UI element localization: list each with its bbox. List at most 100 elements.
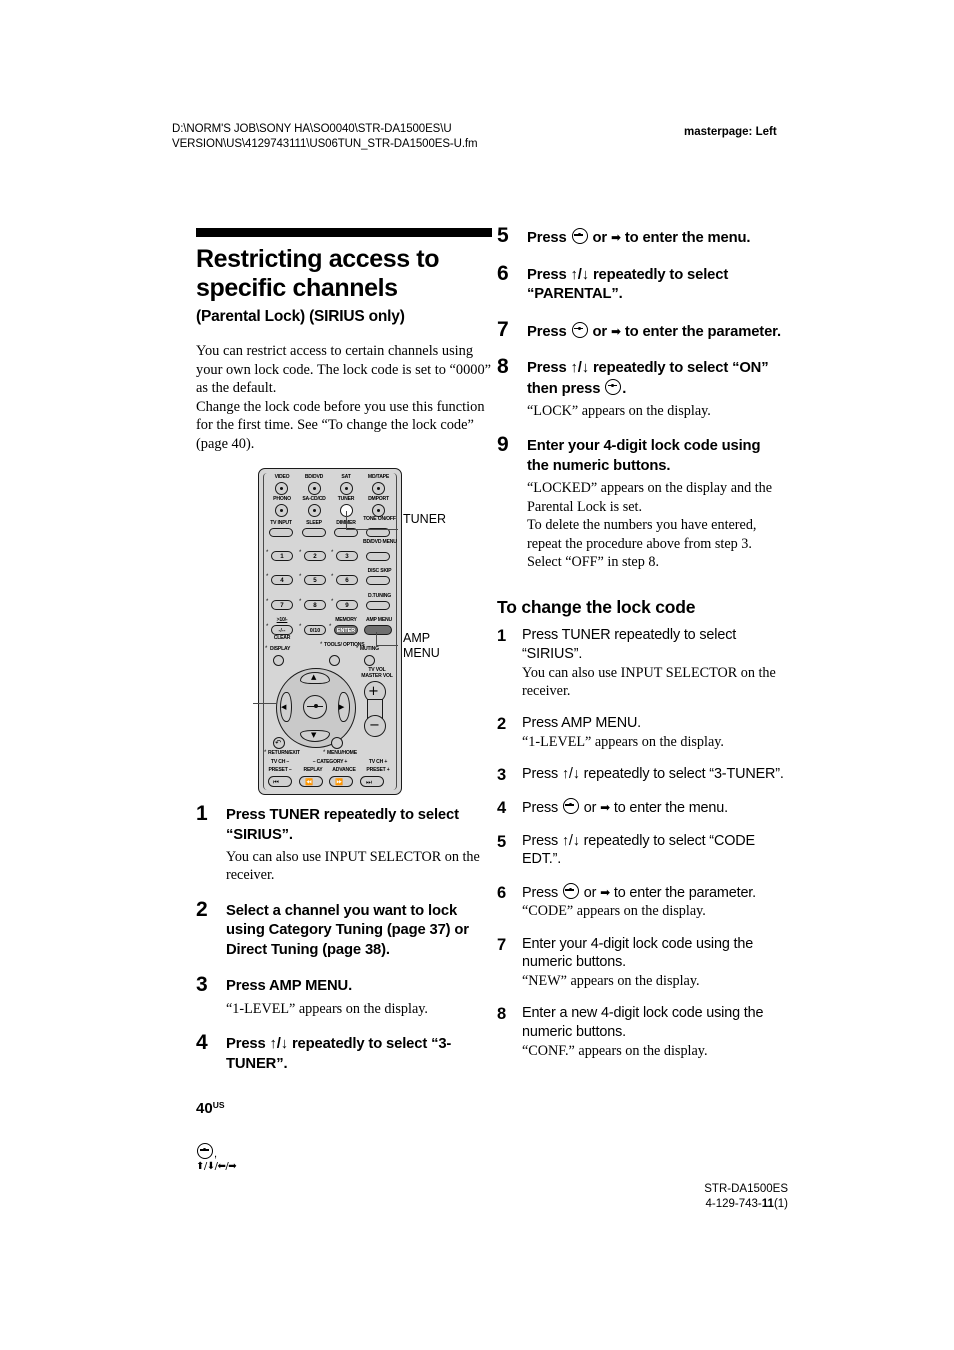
intro-paragraph-1: You can restrict access to certain chann… <box>196 343 492 397</box>
remote-key-tools-options[interactable] <box>329 655 340 666</box>
left-column: Restricting access to specific channels … <box>196 228 492 454</box>
remote-key-amp-menu[interactable] <box>364 625 392 635</box>
remote-label-sacdcd: SA-CD/CD <box>302 496 326 502</box>
step-item: 1 Press TUNER repeatedly to select “SIRI… <box>497 626 785 700</box>
step-heading: Press TUNER repeatedly to select “SIRIUS… <box>522 627 737 663</box>
callout-label-amp-menu: AMP MENU <box>403 631 440 660</box>
callout-label-tuner: TUNER <box>403 512 447 526</box>
remote-key-7[interactable]: 7 <box>271 600 293 610</box>
remote-key-tvinput[interactable] <box>269 528 293 537</box>
remote-key-0-10-label: 0/10 <box>309 628 321 634</box>
remote-key-muting[interactable] <box>364 655 375 666</box>
step-number: 2 <box>196 897 208 921</box>
step-item: 5 Press ↑/↓ repeatedly to select “CODE E… <box>497 832 785 869</box>
remote-key-d-tuning[interactable] <box>366 601 390 610</box>
remote-key-0-10[interactable]: 0/10 <box>304 625 326 635</box>
asterisk-3: * <box>331 550 334 556</box>
remote-key-9[interactable]: 9 <box>336 600 358 610</box>
remote-key-3[interactable]: 3 <box>336 551 358 561</box>
step-number: 7 <box>497 317 509 341</box>
remote-label-menu-home: MENU/HOME <box>327 750 357 756</box>
intro-text: You can restrict access to certain chann… <box>196 342 492 454</box>
asterisk-0: * <box>299 624 302 630</box>
step-heading-post: to enter the parameter. <box>620 323 781 340</box>
step-item: 7 Press or ➡ to enter the parameter. <box>497 317 785 343</box>
footer-part-prefix: 4-129-743- <box>705 1197 762 1210</box>
leader-line-cursor-horizontal <box>253 703 277 705</box>
asterisk-5: * <box>299 574 302 580</box>
remote-key-sleep[interactable] <box>302 528 326 537</box>
leader-line-tuner-horizontal <box>346 529 398 531</box>
step-number: 5 <box>497 224 509 247</box>
title-rule <box>196 228 492 237</box>
step-heading: Press ↑/↓ repeatedly to select “CODE EDT… <box>522 832 755 868</box>
remote-label-disc-skip: DISC SKIP <box>367 568 392 574</box>
remote-label-tv-ch-minus: TV CH – <box>270 759 290 765</box>
remote-key-sacdcd[interactable] <box>308 504 321 517</box>
step-item: 6 Press or ➡ to enter the parameter. “CO… <box>497 882 785 921</box>
remote-key-8[interactable]: 8 <box>304 600 326 610</box>
step-heading: Enter a new 4-digit lock code using the … <box>522 1005 764 1040</box>
step-heading: Press AMP MENU. <box>522 715 642 732</box>
volume-plus-icon: + <box>368 684 379 699</box>
step-item: 9 Enter your 4-digit lock code using the… <box>497 433 785 571</box>
step-number: 3 <box>196 973 208 997</box>
step-item: 2 Press AMP MENU. “1-LEVEL” appears on t… <box>497 714 785 751</box>
remote-key-phono[interactable] <box>275 504 288 517</box>
right-arrow-icon: ➡ <box>610 324 621 338</box>
remote-label-bddvd: BD/DVD <box>304 474 324 480</box>
skip-back-icon: ⏮ <box>273 778 279 786</box>
cursor-down-arrow-icon: ▼ <box>311 731 317 739</box>
masterpage-label: masterpage: Left <box>684 126 777 138</box>
remote-label-sleep: SLEEP <box>306 520 322 526</box>
volume-minus-icon: − <box>369 718 380 733</box>
remote-key-preset-minus[interactable] <box>268 776 292 787</box>
remote-key-disc-skip[interactable] <box>366 576 390 585</box>
remote-key-6[interactable]: 6 <box>336 575 358 585</box>
leader-line-tuner-vertical <box>346 511 348 530</box>
remote-key-bddvd[interactable] <box>308 482 321 495</box>
step-item: 5 Press or ➡ to enter the menu. <box>497 224 785 249</box>
remote-key-10plus[interactable]: -/-- <box>271 625 293 635</box>
remote-key-bddvd-menu[interactable] <box>366 552 390 561</box>
asterisk-10plus: * <box>266 624 269 630</box>
remote-label-master-vol: MASTER VOL <box>361 673 393 679</box>
remote-label-tools-options: TOOLS/ OPTIONS <box>324 642 365 648</box>
page-title: Restricting access to specific channels <box>196 245 440 302</box>
page-subtitle: (Parental Lock) (SIRIUS only) <box>196 308 405 325</box>
step-item: 8 Enter a new 4-digit lock code using th… <box>497 1004 785 1060</box>
page-number-suffix: US <box>212 1100 225 1110</box>
step-number: 6 <box>497 261 509 285</box>
step-heading: Enter your 4-digit lock code using the n… <box>522 935 754 971</box>
step-number: 7 <box>497 935 507 954</box>
step-number: 8 <box>497 1005 507 1024</box>
step-body: “CODE” appears on the display. <box>522 903 706 920</box>
remote-key-display[interactable] <box>273 655 284 666</box>
step-heading: Press ↑/↓ repeatedly to select “3-TUNER”… <box>522 766 784 783</box>
remote-key-4[interactable]: 4 <box>271 575 293 585</box>
document-path-line1: D:\NORM'S JOB\SONY HA\SO0040\STR-DA1500E… <box>172 123 452 135</box>
remote-label-preset-minus: PRESET – <box>268 767 292 773</box>
step-item: 1 Press TUNER repeatedly to select “SIRI… <box>196 803 492 885</box>
callout-enter-cursor: , ⬆/⬇/⬅/➡ <box>196 1143 237 1172</box>
remote-key-enter[interactable]: ENTER <box>334 625 358 635</box>
step-heading-post: . <box>622 380 627 397</box>
step-heading: Press or ➡ to enter the parameter. <box>522 882 785 903</box>
step-number: 9 <box>497 433 509 457</box>
remote-key-9-label: 9 <box>345 602 349 609</box>
section-heading-change-lock-code: To change the lock code <box>497 597 696 618</box>
remote-label-d-tuning: D.TUNING <box>367 593 392 599</box>
remote-key-menu-home[interactable] <box>331 737 343 749</box>
enter-button-icon <box>562 882 579 899</box>
remote-label-sat: SAT <box>341 474 351 480</box>
remote-key-5[interactable]: 5 <box>304 575 326 585</box>
remote-key-5-label: 5 <box>313 577 317 584</box>
remote-key-sat[interactable] <box>340 482 353 495</box>
remote-key-mdtape[interactable] <box>372 482 385 495</box>
remote-key-video[interactable] <box>275 482 288 495</box>
skip-forward-icon: ⏭ <box>366 778 372 786</box>
remote-key-preset-plus[interactable] <box>360 776 384 787</box>
remote-key-1[interactable]: 1 <box>271 551 293 561</box>
step-heading-mid: or <box>579 884 601 901</box>
remote-key-2[interactable]: 2 <box>304 551 326 561</box>
